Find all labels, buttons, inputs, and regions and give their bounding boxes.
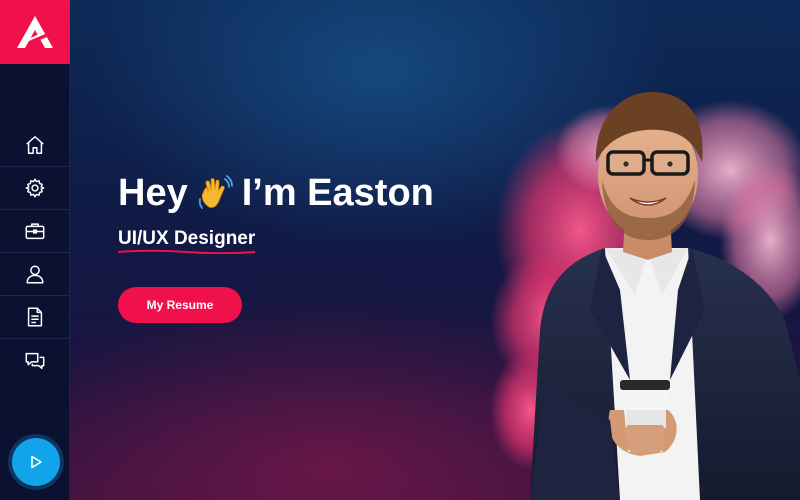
nav-item-settings[interactable] [0, 167, 70, 210]
portfolio-page: Hey I’m Easton UI/UX Designer My Resume [0, 0, 800, 500]
nav-item-portfolio[interactable] [0, 210, 70, 253]
nav-item-about[interactable] [0, 253, 70, 296]
logo[interactable] [0, 0, 70, 64]
home-icon [26, 136, 44, 154]
play-icon [31, 455, 42, 469]
role-text: UI/UX Designer [118, 228, 256, 249]
sidebar [0, 0, 70, 500]
headline: Hey I’m Easton [118, 170, 478, 216]
logo-icon [17, 16, 53, 48]
my-resume-button[interactable]: My Resume [118, 287, 242, 323]
nav-item-contact[interactable] [0, 339, 70, 382]
portrait-illustration [490, 91, 800, 500]
chat-icon [25, 352, 45, 369]
briefcase-icon [25, 223, 45, 240]
waving-hand-icon [198, 175, 233, 209]
document-icon [27, 307, 43, 327]
nav-item-resume[interactable] [0, 296, 70, 339]
user-icon [26, 265, 44, 284]
name-text: I’m Easton [241, 172, 434, 214]
portrait-image [490, 80, 800, 500]
gear-icon [25, 178, 45, 198]
sidebar-nav [0, 124, 70, 382]
hero: Hey I’m Easton UI/UX Designer My Resume [118, 170, 478, 323]
nav-item-home[interactable] [0, 124, 70, 167]
role-title: UI/UX Designer [118, 228, 256, 254]
role-underline [118, 249, 256, 254]
play-button[interactable] [12, 438, 60, 486]
greeting-text: Hey [118, 172, 188, 214]
